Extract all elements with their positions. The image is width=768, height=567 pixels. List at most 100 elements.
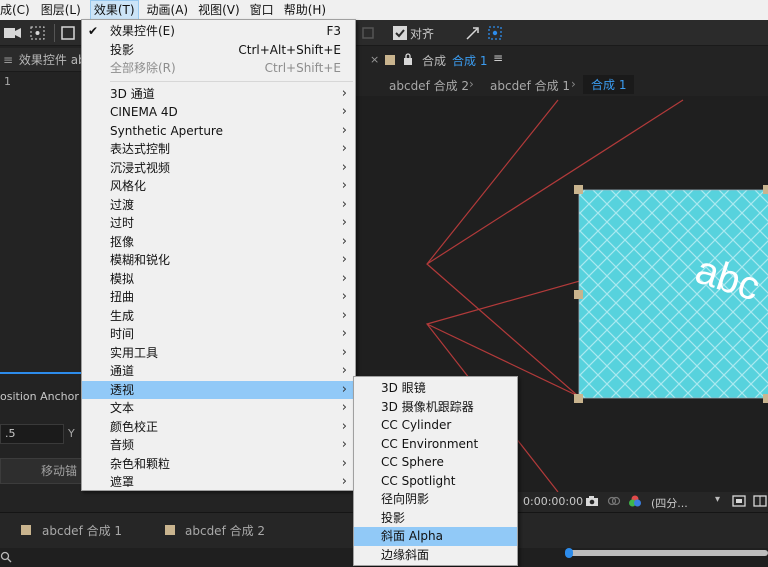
menu-item-category[interactable]: 杂色和颗粒 › bbox=[82, 455, 355, 474]
menu-item-label: Synthetic Aperture bbox=[110, 123, 223, 138]
anchor-tool-icon[interactable] bbox=[30, 26, 46, 40]
menu-item-category[interactable]: 过时 › bbox=[82, 214, 355, 233]
menu-item-category[interactable]: 通道 › bbox=[82, 362, 355, 381]
menu-view[interactable]: 视图(V) bbox=[193, 0, 245, 20]
menu-item-label: 投影 bbox=[381, 510, 406, 525]
menu-item-effect[interactable]: 斜面 Alpha bbox=[354, 527, 517, 546]
menu-item-category[interactable]: 生成 › bbox=[82, 307, 355, 326]
menu-composition[interactable]: 成(C) bbox=[0, 0, 35, 20]
color-label-icon bbox=[385, 55, 395, 65]
zoom-slider-handle[interactable] bbox=[565, 548, 573, 558]
effect-controls-tab-label: 效果控件 ab bbox=[18, 53, 82, 67]
menu-item-label: 实用工具 bbox=[110, 345, 159, 360]
snapshot-camera-icon[interactable] bbox=[585, 495, 599, 507]
viewer-footer: 0:00:00:00 (四分... ▾ bbox=[517, 492, 768, 512]
search-icon[interactable] bbox=[0, 551, 12, 563]
menu-item-category[interactable]: Synthetic Aperture › bbox=[82, 122, 355, 141]
puppet-tool-icon[interactable] bbox=[488, 26, 502, 40]
menu-item-effect-controls[interactable]: ✔ 效果控件(E) F3 bbox=[82, 22, 355, 41]
position-anchor-label: osition Anchor po bbox=[0, 390, 82, 403]
timeline-tab[interactable]: abcdef 合成 2 bbox=[185, 522, 265, 539]
breadcrumb-current[interactable]: 合成 1 bbox=[583, 75, 635, 94]
menu-item-effect[interactable]: CC Cylinder bbox=[354, 416, 517, 435]
menu-item-effect[interactable]: 径向阴影 bbox=[354, 490, 517, 509]
breadcrumb-item[interactable]: abcdef 合成 1 bbox=[490, 77, 570, 94]
region-of-interest-icon[interactable] bbox=[732, 495, 746, 507]
color-channels-icon[interactable] bbox=[628, 494, 642, 508]
menu-item-label: CC Cylinder bbox=[381, 418, 452, 432]
menu-help[interactable]: 帮助(H) bbox=[279, 0, 331, 20]
menu-item-effect[interactable]: CC Environment bbox=[354, 435, 517, 454]
menu-item-category[interactable]: 表达式控制 › bbox=[82, 140, 355, 159]
menu-layer[interactable]: 图层(L) bbox=[35, 0, 86, 20]
breadcrumb-item[interactable]: abcdef 合成 2 bbox=[389, 77, 469, 94]
menu-item-category[interactable]: 遮罩 › bbox=[82, 473, 355, 492]
rectangle-tool-icon[interactable] bbox=[61, 26, 75, 40]
menu-item-label: 杂色和颗粒 bbox=[110, 456, 171, 471]
menu-item-label: 沉浸式视频 bbox=[110, 160, 171, 175]
effect-categories: 3D 通道 › CINEMA 4D › Synthetic Aperture › 表达式控制… bbox=[82, 85, 355, 492]
menu-item-label: 抠像 bbox=[110, 234, 135, 249]
menu-item-category[interactable]: 扭曲 › bbox=[82, 288, 355, 307]
menu-item-category[interactable]: 颜色校正 › bbox=[82, 418, 355, 437]
timeline-tab[interactable]: abcdef 合成 1 bbox=[42, 522, 122, 539]
menu-item-category[interactable]: 风格化 › bbox=[82, 177, 355, 196]
snap-magnet-icon[interactable] bbox=[361, 26, 375, 40]
submenu-arrow-icon: › bbox=[341, 215, 347, 230]
camera-tool-icon[interactable] bbox=[4, 26, 22, 40]
menu-animation[interactable]: 动画(A) bbox=[139, 0, 194, 20]
move-anchor-button[interactable]: 移动锚 bbox=[0, 458, 82, 484]
submenu-arrow-icon: › bbox=[341, 178, 347, 193]
menu-item-category[interactable]: 音频 › bbox=[82, 436, 355, 455]
menu-item-category[interactable]: 过渡 › bbox=[82, 196, 355, 215]
menu-item-label: 扭曲 bbox=[110, 290, 135, 304]
composition-name[interactable]: 合成 1 bbox=[452, 52, 487, 69]
pin-tool-icon[interactable] bbox=[465, 26, 481, 40]
submenu-arrow-icon: › bbox=[341, 141, 347, 156]
menu-item-label: CC Environment bbox=[381, 436, 479, 451]
submenu-arrow-icon: › bbox=[341, 400, 347, 415]
transparency-grid-icon[interactable] bbox=[753, 495, 767, 507]
menu-item-category[interactable]: 3D 通道 › bbox=[82, 85, 355, 104]
show-snapshot-icon[interactable] bbox=[607, 495, 621, 507]
close-tab-icon[interactable]: × bbox=[370, 53, 379, 66]
composition-label: 合成 bbox=[422, 54, 447, 68]
menu-item-category[interactable]: 模糊和锐化 › bbox=[82, 251, 355, 270]
layer-solid: abc bbox=[579, 190, 768, 398]
menu-item-effect[interactable]: 边缘斜面 bbox=[354, 546, 517, 565]
chevron-down-icon[interactable]: ▾ bbox=[715, 494, 720, 505]
menu-item-effect[interactable]: CC Spotlight bbox=[354, 472, 517, 491]
menu-item-category[interactable]: 时间 › bbox=[82, 325, 355, 344]
menu-item-category[interactable]: 实用工具 › bbox=[82, 344, 355, 363]
breadcrumb-separator-icon: › bbox=[571, 77, 576, 91]
effect-controls-tab[interactable]: ≡ 效果控件 ab bbox=[0, 48, 82, 72]
menu-item-category[interactable]: 透视 › bbox=[82, 380, 355, 399]
menu-item-category[interactable]: CINEMA 4D › bbox=[82, 103, 355, 122]
menu-item-category[interactable]: 文本 › bbox=[82, 399, 355, 418]
menu-item-remove-all: 全部移除(R) Ctrl+Shift+E bbox=[82, 59, 355, 78]
zoom-slider-track[interactable] bbox=[568, 550, 768, 556]
panel-close-icon[interactable]: ≡ bbox=[0, 53, 13, 67]
timecode[interactable]: 0:00:00:00 bbox=[523, 495, 583, 508]
menu-item-category[interactable]: 抠像 › bbox=[82, 233, 355, 252]
submenu-arrow-icon: › bbox=[341, 270, 347, 286]
menu-item-effect[interactable]: 投影 bbox=[354, 509, 517, 528]
menu-item-category[interactable]: 模拟 › bbox=[82, 270, 355, 289]
menu-window[interactable]: 窗口 bbox=[245, 0, 279, 20]
menu-item-effect[interactable]: CC Sphere bbox=[354, 453, 517, 472]
align-checkbox-icon[interactable] bbox=[393, 26, 407, 40]
menu-item-effect[interactable]: 3D 眼镜 bbox=[354, 379, 517, 398]
panel-menu-icon[interactable]: ≡ bbox=[493, 51, 503, 65]
menu-item-effect[interactable]: 3D 摄像机跟踪器 bbox=[354, 398, 517, 417]
menu-item-last-effect[interactable]: 投影 Ctrl+Alt+Shift+E bbox=[82, 41, 355, 60]
breadcrumb-separator-icon: › bbox=[469, 77, 474, 91]
zoom-select[interactable]: (四分... bbox=[651, 495, 688, 511]
menu-item-category[interactable]: 沉浸式视频 › bbox=[82, 159, 355, 178]
submenu-arrow-icon: › bbox=[341, 307, 347, 323]
menu-effects[interactable]: 效果(T) bbox=[89, 0, 139, 20]
layer-label: 1 bbox=[4, 75, 11, 88]
x-value-field[interactable]: .5 bbox=[0, 424, 64, 444]
submenu-arrow-icon: › bbox=[341, 326, 347, 341]
submenu-arrow-icon: › bbox=[341, 437, 347, 452]
lock-icon[interactable] bbox=[403, 53, 413, 65]
